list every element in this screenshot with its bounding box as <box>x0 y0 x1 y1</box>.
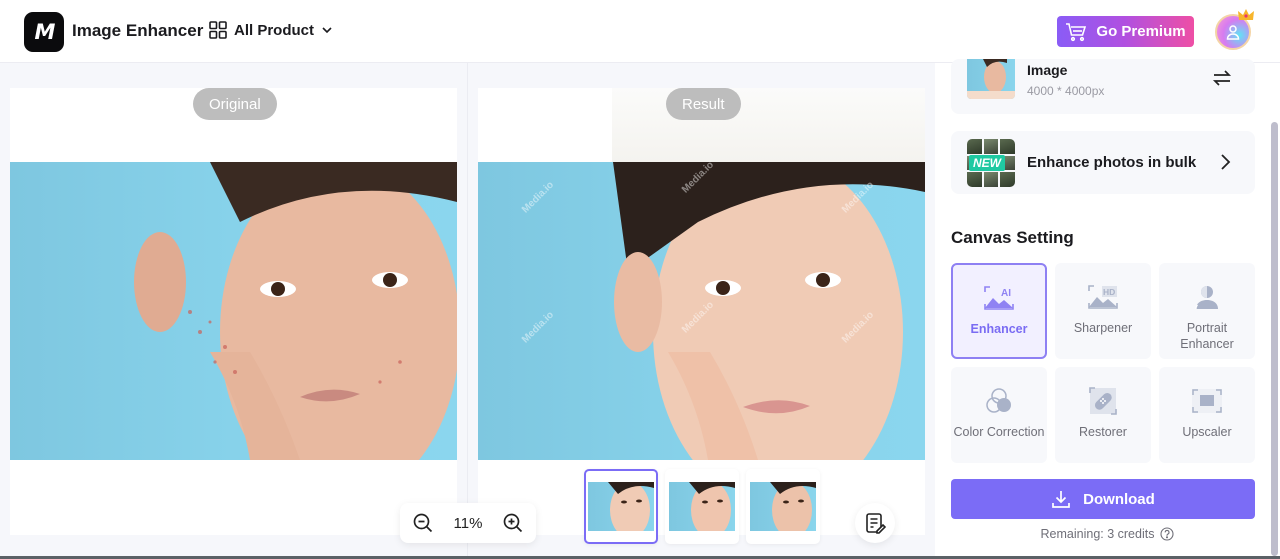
download-button[interactable]: Download <box>951 479 1255 519</box>
bandage-icon <box>1089 387 1117 415</box>
zoom-out-icon <box>413 513 433 533</box>
svg-text:AI: AI <box>1001 288 1011 299</box>
all-product-label: All Product <box>234 21 315 39</box>
zoom-in-button[interactable] <box>502 512 524 534</box>
zoom-in-icon <box>503 513 523 533</box>
tool-sharpener[interactable]: HD Sharpener <box>1055 263 1151 359</box>
chevron-right-icon <box>1221 154 1231 170</box>
result-thumbnails <box>584 469 820 544</box>
canvas-setting-title: Canvas Setting <box>951 228 1074 247</box>
tool-portrait-enhancer[interactable]: Portrait Enhancer <box>1159 263 1255 359</box>
crown-icon <box>1238 9 1254 20</box>
thumbnail-image <box>588 482 654 531</box>
original-panel: Original <box>10 88 457 535</box>
thumbnail-variant-2[interactable] <box>665 469 739 544</box>
enhance-bulk-label: Enhance photos in bulk <box>1027 154 1197 171</box>
enhance-bulk-card[interactable]: NEW Enhance photos in bulk <box>951 131 1255 194</box>
app-title: Image Enhancer <box>72 21 204 40</box>
new-badge: NEW <box>969 155 1005 171</box>
original-photo <box>10 162 457 460</box>
original-label: Original <box>193 88 277 120</box>
zoom-level: 11% <box>453 514 483 532</box>
download-label: Download <box>1083 490 1155 508</box>
source-image-thumbnail <box>967 59 1015 99</box>
result-panel: Media.io Media.io Media.io Media.io Medi… <box>478 88 925 535</box>
grid-icon <box>209 21 227 39</box>
upscale-icon <box>1192 389 1222 413</box>
thumbnail-image <box>669 482 735 531</box>
thumbnail-image <box>750 482 816 531</box>
app-logo[interactable]: M <box>24 12 64 52</box>
replace-image-button[interactable] <box>1211 67 1233 94</box>
thumbnail-variant-3[interactable] <box>746 469 820 544</box>
tool-enhancer[interactable]: AI Enhancer <box>951 263 1047 359</box>
zoom-control: 11% <box>400 503 536 543</box>
remaining-credits: Remaining: 3 credits <box>935 527 1280 541</box>
help-icon[interactable] <box>1160 527 1175 541</box>
zoom-out-button[interactable] <box>412 512 434 534</box>
source-image-size: 4000 * 4000px <box>1027 84 1105 98</box>
source-image-card: Image 4000 * 4000px <box>951 59 1255 114</box>
chevron-down-icon <box>322 27 332 34</box>
feedback-button[interactable] <box>855 503 895 543</box>
panel-divider <box>467 63 468 559</box>
result-label: Result <box>666 88 741 120</box>
color-circles-icon <box>986 388 1011 413</box>
svg-text:HD: HD <box>1103 287 1115 297</box>
top-header: M Image Enhancer All Product Go Premium <box>0 0 1280 63</box>
tool-color-correction[interactable]: Color Correction <box>951 367 1047 463</box>
tool-label: Upscaler <box>1182 425 1232 439</box>
face-image <box>134 162 457 460</box>
swap-icon <box>1212 70 1232 86</box>
go-premium-button[interactable]: Go Premium <box>1057 16 1194 47</box>
tool-label: Restorer <box>1079 425 1127 439</box>
cart-icon <box>1066 22 1087 41</box>
logo-glyph: M <box>34 20 56 44</box>
thumbnail-variant-1[interactable] <box>584 469 658 544</box>
hd-image-icon: HD <box>1088 285 1118 309</box>
portrait-icon <box>1195 286 1218 310</box>
sidebar-scrollbar-thumb[interactable] <box>1271 122 1278 556</box>
tool-label: Portrait Enhancer <box>1180 321 1234 351</box>
result-photo: Media.io Media.io Media.io Media.io Medi… <box>478 162 925 460</box>
user-icon <box>1226 25 1240 40</box>
tool-label: Color Correction <box>953 425 1045 439</box>
note-edit-icon <box>866 513 886 534</box>
result-top-band <box>612 88 925 162</box>
tool-restorer[interactable]: Restorer <box>1055 367 1151 463</box>
source-image-title: Image <box>1027 62 1068 78</box>
all-product-menu[interactable]: All Product <box>208 20 334 40</box>
go-premium-label: Go Premium <box>1096 23 1186 40</box>
tool-label: Sharpener <box>1073 321 1133 335</box>
credits-text: Remaining: 3 credits <box>1040 527 1155 541</box>
tool-upscaler[interactable]: Upscaler <box>1159 367 1255 463</box>
right-sidebar: Image 4000 * 4000px NEW Enhance photos i… <box>935 59 1280 559</box>
ai-image-icon: AI <box>984 286 1014 310</box>
tool-label: Enhancer <box>970 322 1028 336</box>
download-icon <box>1052 491 1071 508</box>
